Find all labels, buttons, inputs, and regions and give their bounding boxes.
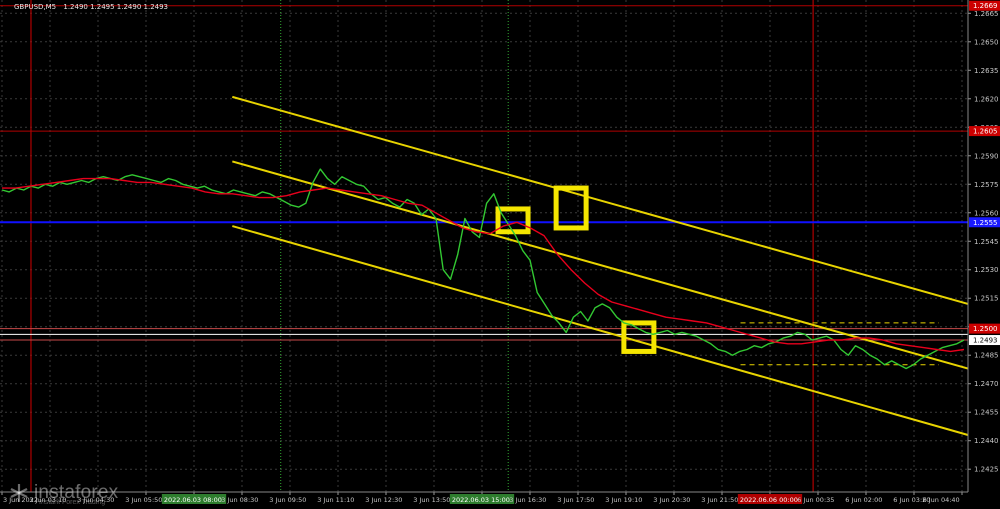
x-tick-label: 3 Jun 11:10: [317, 496, 354, 504]
chart-header: GBPUSD,M5 1.2490 1.2495 1.2490 1.2493: [14, 3, 168, 11]
y-tick-label: 1.2455: [974, 409, 999, 417]
x-tick-label: 2022.06.06 00:00: [740, 496, 798, 504]
x-tick-label: 3 Jun 08:30: [221, 496, 258, 504]
axes: 1.2665 1.2650 1.2635 1.2620 1.2605 1.2590 1.25…: [0, 0, 1000, 504]
x-tick-label: 3 Jun 12:30: [365, 496, 402, 504]
signal-box: [621, 320, 657, 354]
price-chart[interactable]: 1.2665 1.2650 1.2635 1.2620 1.2605 1.2590 1.25…: [0, 0, 1000, 509]
y-tick-label: 1.2530: [974, 266, 999, 274]
y-tick-label: 1.2560: [974, 209, 999, 217]
price-label: 1.2493: [973, 337, 998, 345]
y-tick-label: 1.2620: [974, 95, 999, 103]
x-tick-label: 2022.06.03 08:00: [164, 496, 222, 504]
x-tick-label: 3 Jun 17:50: [557, 496, 594, 504]
y-tick-label: 1.2665: [974, 10, 999, 18]
x-tick-label: 3 Jun 16:30: [509, 496, 546, 504]
x-tick-label: 3 Jun 05:50: [125, 496, 162, 504]
x-tick-label: 3 Jun 13:50: [413, 496, 450, 504]
y-tick-label: 1.2590: [974, 152, 999, 160]
price-line: [1, 168, 965, 370]
x-tick-label: 6 Jun 02:00: [845, 496, 882, 504]
x-tick-label: 3 Jun 20:30: [653, 496, 690, 504]
y-tick-label: 1.2635: [974, 67, 999, 75]
price-label: 1.2605: [973, 128, 998, 136]
x-tick-label: 3 Jun 21:50: [701, 496, 738, 504]
x-tick-label: 6 Jun 04:40: [923, 496, 960, 504]
watermark-tagline: Instant Forex Trading: [39, 499, 106, 506]
y-tick-label: 1.2425: [974, 466, 999, 474]
watermark: instaforex Instant Forex Trading: [8, 480, 118, 506]
y-tick-label: 1.2440: [974, 437, 999, 445]
trend-channels: [232, 95, 969, 436]
y-tick-label: 1.2515: [974, 295, 999, 303]
y-tick-label: 1.2575: [974, 181, 999, 189]
y-tick-label: 1.2470: [974, 380, 999, 388]
horizontal-levels: [0, 5, 968, 341]
vertical-markers: [30, 0, 814, 492]
chart-grid: [0, 0, 968, 492]
x-tick-label: 3 Jun 19:10: [605, 496, 642, 504]
quote-label: 1.2490 1.2495 1.2490 1.2493: [63, 3, 169, 11]
y-tick-label: 1.2545: [974, 238, 999, 246]
signal-box: [495, 206, 531, 235]
channel-top: [232, 95, 969, 305]
y-tick-label: 1.2485: [974, 352, 999, 360]
x-tick-label: 6 Jun 00:35: [797, 496, 834, 504]
price-label: 1.2555: [973, 219, 998, 227]
price-label: 1.2669: [973, 2, 998, 10]
x-tick-label: 2022.06.03 15:00: [452, 496, 510, 504]
x-tick-label: 3 Jun 09:50: [269, 496, 306, 504]
symbol-label: GBPUSD,M5: [14, 3, 57, 11]
price-label: 1.2500: [973, 325, 998, 333]
channel-bottom: [232, 225, 969, 436]
y-tick-label: 1.2650: [974, 38, 999, 46]
instaforex-logo-icon: [10, 484, 28, 502]
price-series: [1, 168, 965, 370]
